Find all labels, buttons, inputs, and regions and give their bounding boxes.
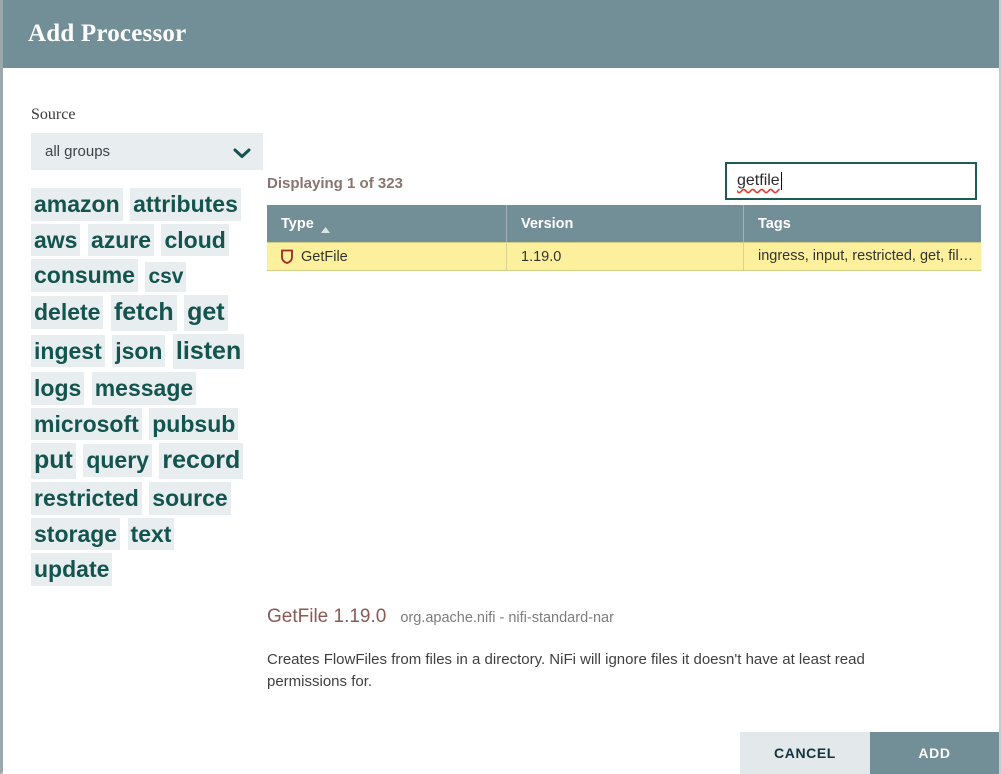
- tag-storage[interactable]: storage: [31, 517, 121, 551]
- tag-delete[interactable]: delete: [31, 296, 104, 329]
- tag-record[interactable]: record: [159, 443, 244, 479]
- source-group-value: all groups: [45, 143, 111, 160]
- detail-header: GetFile 1.19.0 org.apache.nifi - nifi-st…: [267, 606, 957, 628]
- tag-source[interactable]: source: [149, 481, 231, 515]
- shield-icon: [281, 249, 293, 264]
- displaying-count: Displaying 1 of 323: [267, 175, 403, 192]
- column-header-type[interactable]: Type: [267, 205, 506, 242]
- tag-get[interactable]: get: [184, 295, 228, 331]
- tag-restricted[interactable]: restricted: [31, 481, 142, 515]
- dialog-header: Add Processor: [3, 0, 999, 68]
- column-header-version[interactable]: Version: [506, 205, 743, 242]
- column-header-tags-label: Tags: [758, 215, 791, 232]
- chevron-down-icon: [233, 146, 251, 158]
- text-caret: [780, 172, 782, 190]
- table-header-row: Type Version Tags: [267, 205, 981, 242]
- processor-table: Type Version Tags GetFile 1.19.0 ingress…: [267, 205, 981, 271]
- tag-listen[interactable]: listen: [172, 333, 245, 370]
- tag-azure[interactable]: azure: [87, 223, 155, 257]
- tag-ingest[interactable]: ingest: [31, 334, 105, 368]
- page-title: Add Processor: [28, 20, 187, 47]
- processor-detail: GetFile 1.19.0 org.apache.nifi - nifi-st…: [267, 606, 957, 693]
- tag-put[interactable]: put: [31, 443, 76, 479]
- column-header-type-label: Type: [281, 215, 314, 232]
- detail-bundle: org.apache.nifi - nifi-standard-nar: [400, 610, 614, 626]
- add-button[interactable]: ADD: [870, 732, 999, 774]
- column-header-version-label: Version: [521, 215, 574, 232]
- cell-type-label: GetFile: [301, 248, 348, 265]
- cell-version: 1.19.0: [506, 243, 743, 270]
- search-input[interactable]: getfile: [725, 162, 977, 200]
- tag-amazon[interactable]: amazon: [31, 188, 123, 221]
- tag-logs[interactable]: logs: [31, 372, 85, 405]
- tag-csv[interactable]: csv: [145, 262, 187, 293]
- tag-cloud[interactable]: cloud: [161, 223, 229, 257]
- dialog-footer: CANCEL ADD: [740, 732, 999, 774]
- cancel-button[interactable]: CANCEL: [740, 732, 870, 774]
- dialog-body: Source all groups amazon attributes aws …: [3, 68, 999, 774]
- source-panel: Source all groups amazon attributes aws …: [31, 106, 263, 589]
- tag-json[interactable]: json: [112, 334, 166, 368]
- detail-description: Creates FlowFiles from files in a direct…: [267, 651, 865, 690]
- tag-aws[interactable]: aws: [31, 223, 81, 257]
- source-label: Source: [31, 106, 76, 123]
- tag-microsoft[interactable]: microsoft: [31, 407, 142, 441]
- tag-query[interactable]: query: [83, 444, 152, 478]
- tag-pubsub[interactable]: pubsub: [149, 407, 239, 441]
- tag-text[interactable]: text: [127, 517, 175, 551]
- cell-tags: ingress, input, restricted, get, fil…: [743, 243, 981, 270]
- tag-message[interactable]: message: [91, 372, 197, 405]
- detail-name: GetFile 1.19.0: [267, 606, 387, 627]
- column-header-tags[interactable]: Tags: [743, 205, 981, 242]
- source-group-select[interactable]: all groups: [31, 133, 263, 170]
- tag-update[interactable]: update: [31, 553, 113, 586]
- tag-fetch[interactable]: fetch: [110, 295, 177, 331]
- add-processor-dialog: Add Processor Source all groups amazon a…: [0, 0, 1001, 774]
- tag-consume[interactable]: consume: [31, 259, 138, 292]
- cell-type: GetFile: [267, 243, 506, 270]
- tag-attributes[interactable]: attributes: [130, 188, 241, 221]
- sort-ascending-icon: [320, 221, 330, 233]
- table-row[interactable]: GetFile 1.19.0 ingress, input, restricte…: [267, 242, 981, 271]
- tag-cloud: amazon attributes aws azure cloud consum…: [31, 188, 263, 589]
- search-input-value: getfile: [737, 172, 780, 189]
